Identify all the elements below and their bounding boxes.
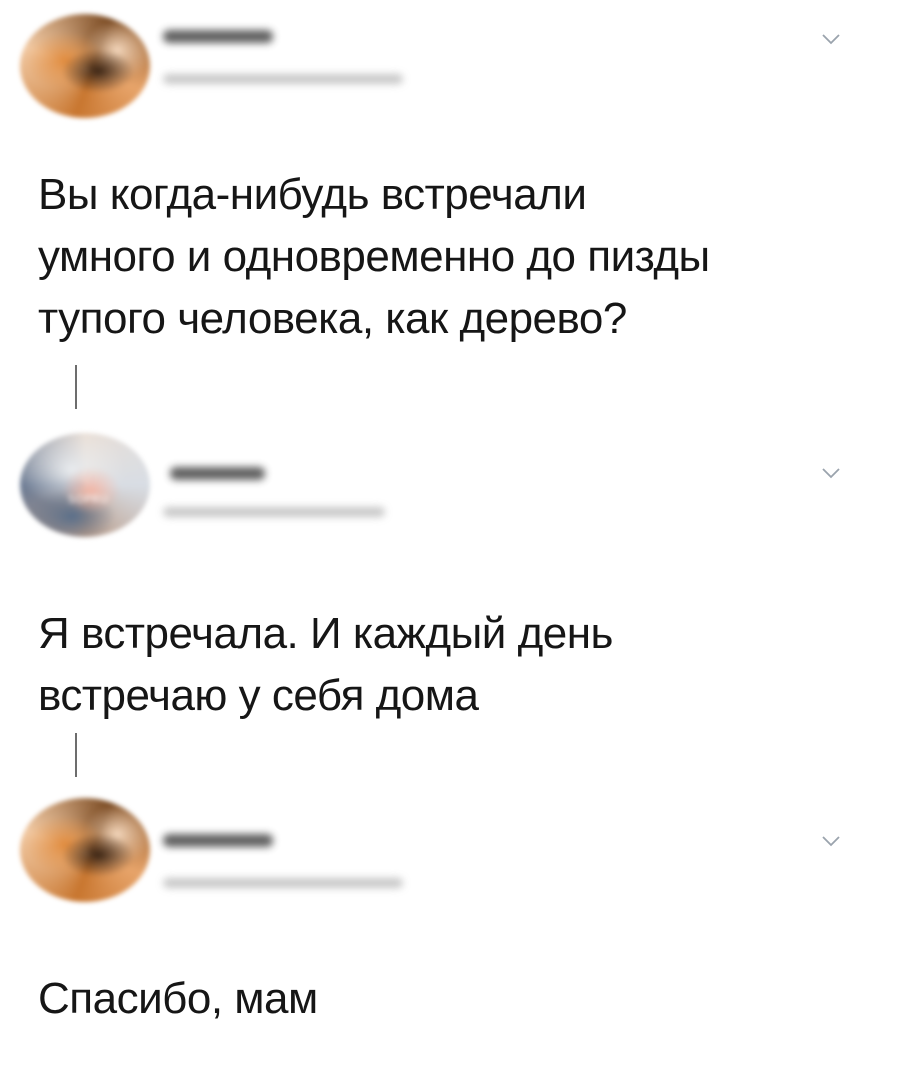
handle-redacted[interactable] bbox=[163, 507, 385, 517]
thread-connector bbox=[75, 733, 77, 777]
avatar[interactable] bbox=[20, 14, 150, 118]
chevron-down-icon[interactable] bbox=[820, 830, 842, 852]
handle-redacted[interactable] bbox=[163, 878, 403, 888]
display-name-redacted[interactable] bbox=[163, 30, 273, 43]
display-name-redacted[interactable] bbox=[163, 834, 273, 847]
avatar[interactable] bbox=[20, 798, 150, 902]
handle-redacted[interactable] bbox=[163, 74, 403, 84]
chevron-down-icon[interactable] bbox=[820, 28, 842, 50]
tweet-text: Вы когда-нибудь встречали умного и однов… bbox=[38, 170, 710, 343]
chevron-down-icon[interactable] bbox=[820, 462, 842, 484]
tweet-text: Я встречала. И каждый день встречаю у се… bbox=[38, 609, 613, 720]
avatar[interactable]: SOPRU bbox=[20, 433, 150, 537]
avatar-watermark: SOPRU bbox=[68, 493, 109, 506]
thread-connector bbox=[75, 365, 77, 409]
display-name-redacted[interactable] bbox=[170, 467, 265, 480]
tweet-text: Спасибо, мам bbox=[38, 974, 318, 1023]
